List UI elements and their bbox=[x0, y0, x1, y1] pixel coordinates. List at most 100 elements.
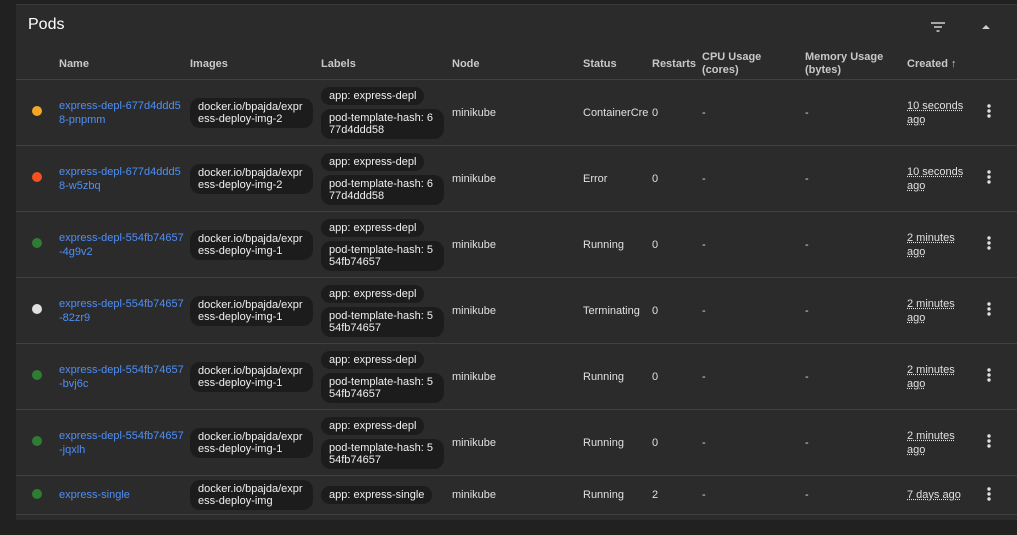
label-chip-hash: pod-template-hash: 677d4ddd58 bbox=[321, 108, 444, 139]
cpu-cell: - bbox=[702, 409, 805, 476]
more-vert-icon[interactable] bbox=[979, 299, 999, 319]
node-cell: minikube bbox=[452, 145, 583, 212]
pod-name-link[interactable]: express-depl-554fb74657-82zr9 bbox=[59, 297, 186, 325]
table-row: express-depl-677d4ddd58-w5zbq docker.io/… bbox=[16, 145, 1017, 212]
image-chip: docker.io/bpajda/express-deploy-img-1 bbox=[190, 361, 313, 392]
status-cell: Running bbox=[583, 475, 652, 515]
cpu-cell: - bbox=[702, 277, 805, 344]
labels-list: app: express-depl pod-template-hash: 677… bbox=[321, 86, 448, 139]
created-time: 2 minutes ago bbox=[907, 363, 955, 390]
node-cell: minikube bbox=[452, 343, 583, 410]
restarts-cell: 0 bbox=[652, 145, 702, 212]
restarts-cell: 0 bbox=[652, 343, 702, 410]
image-chip: docker.io/bpajda/express-deploy-img-2 bbox=[190, 97, 313, 128]
col-created-label: Created bbox=[907, 57, 948, 70]
pod-name-link[interactable]: express-depl-677d4ddd58-pnpmm bbox=[59, 99, 186, 127]
col-status[interactable]: Status bbox=[583, 49, 652, 80]
col-actions bbox=[979, 49, 1017, 80]
status-dot bbox=[32, 304, 42, 314]
image-chip: docker.io/bpajda/express-deploy-img bbox=[190, 480, 313, 510]
more-vert-icon[interactable] bbox=[979, 484, 999, 504]
more-vert-icon[interactable] bbox=[979, 431, 999, 451]
card-header: Pods bbox=[16, 5, 1017, 49]
col-name[interactable]: Name bbox=[59, 49, 190, 80]
node-cell: minikube bbox=[452, 409, 583, 476]
cpu-cell: - bbox=[702, 475, 805, 515]
label-chip-app: app: express-depl bbox=[321, 284, 425, 303]
pod-name-link[interactable]: express-depl-554fb74657-bvj6c bbox=[59, 363, 186, 391]
col-restarts[interactable]: Restarts bbox=[652, 49, 702, 80]
more-vert-icon[interactable] bbox=[979, 101, 999, 121]
label-chip-hash: pod-template-hash: 554fb74657 bbox=[321, 372, 444, 403]
arrow-up-icon: ↑ bbox=[950, 57, 957, 70]
pod-name-link[interactable]: express-single bbox=[59, 488, 186, 502]
status-cell: Running bbox=[583, 409, 652, 476]
collapse-icon[interactable] bbox=[976, 17, 996, 37]
status-dot bbox=[32, 370, 42, 380]
memory-cell: - bbox=[805, 475, 907, 515]
table-row: express-depl-554fb74657-bvj6c docker.io/… bbox=[16, 343, 1017, 410]
cpu-cell: - bbox=[702, 79, 805, 146]
status-cell: Running bbox=[583, 343, 652, 410]
status-cell: Running bbox=[583, 211, 652, 278]
pods-card: Pods Name Images Labels Node Status Rest… bbox=[16, 4, 1017, 520]
image-chip: docker.io/bpajda/express-deploy-img-1 bbox=[190, 295, 313, 326]
label-chip-app: app: express-depl bbox=[321, 350, 425, 369]
table-row: express-single docker.io/bpajda/express-… bbox=[16, 475, 1017, 515]
label-chip-app: app: express-depl bbox=[321, 86, 425, 105]
node-cell: minikube bbox=[452, 211, 583, 278]
restarts-cell: 0 bbox=[652, 277, 702, 344]
restarts-cell: 0 bbox=[652, 409, 702, 476]
more-vert-icon[interactable] bbox=[979, 365, 999, 385]
col-memory[interactable]: Memory Usage (bytes) bbox=[805, 49, 907, 80]
status-dot bbox=[32, 106, 42, 116]
page-title: Pods bbox=[28, 16, 65, 33]
pod-name-link[interactable]: express-depl-677d4ddd58-w5zbq bbox=[59, 165, 186, 193]
status-dot bbox=[32, 488, 42, 499]
labels-list: app: express-depl pod-template-hash: 554… bbox=[321, 218, 448, 271]
restarts-cell: 0 bbox=[652, 211, 702, 278]
status-dot bbox=[32, 436, 42, 446]
label-chip-app: app: express-depl bbox=[321, 218, 425, 237]
memory-cell: - bbox=[805, 211, 907, 278]
label-chip-hash: pod-template-hash: 677d4ddd58 bbox=[321, 174, 444, 205]
status-cell: Error bbox=[583, 145, 652, 212]
created-time: 10 seconds ago bbox=[907, 99, 964, 126]
table-body: express-depl-677d4ddd58-pnpmm docker.io/… bbox=[16, 79, 1017, 515]
node-cell: minikube bbox=[452, 277, 583, 344]
label-chip-hash: pod-template-hash: 554fb74657 bbox=[321, 306, 444, 337]
memory-cell: - bbox=[805, 343, 907, 410]
cpu-cell: - bbox=[702, 343, 805, 410]
cpu-cell: - bbox=[702, 145, 805, 212]
memory-cell: - bbox=[805, 409, 907, 476]
pod-name-link[interactable]: express-depl-554fb74657-4g9v2 bbox=[59, 231, 186, 259]
more-vert-icon[interactable] bbox=[979, 233, 999, 253]
col-node[interactable]: Node bbox=[452, 49, 583, 80]
col-status-dot bbox=[16, 49, 59, 80]
filter-icon[interactable] bbox=[928, 17, 948, 37]
node-cell: minikube bbox=[452, 79, 583, 146]
label-chip-app: app: express-depl bbox=[321, 152, 425, 171]
labels-list: app: express-depl pod-template-hash: 554… bbox=[321, 284, 448, 337]
restarts-cell: 2 bbox=[652, 475, 702, 515]
table-row: express-depl-677d4ddd58-pnpmm docker.io/… bbox=[16, 79, 1017, 146]
status-cell: ContainerCre bbox=[583, 79, 652, 146]
label-chip-hash: pod-template-hash: 554fb74657 bbox=[321, 240, 444, 271]
created-time: 2 minutes ago bbox=[907, 297, 955, 324]
status-cell: Terminating bbox=[583, 277, 652, 344]
col-created[interactable]: Created ↑ bbox=[907, 49, 979, 80]
labels-list: app: express-depl pod-template-hash: 554… bbox=[321, 416, 448, 469]
col-cpu[interactable]: CPU Usage (cores) bbox=[702, 49, 805, 80]
created-time: 2 minutes ago bbox=[907, 429, 955, 456]
label-chip-app: app: express-depl bbox=[321, 416, 425, 435]
image-chip: docker.io/bpajda/express-deploy-img-1 bbox=[190, 427, 313, 458]
table-row: express-depl-554fb74657-4g9v2 docker.io/… bbox=[16, 211, 1017, 278]
created-time: 10 seconds ago bbox=[907, 165, 964, 192]
image-chip: docker.io/bpajda/express-deploy-img-1 bbox=[190, 229, 313, 260]
table-row: express-depl-554fb74657-jqxlh docker.io/… bbox=[16, 409, 1017, 476]
pod-name-link[interactable]: express-depl-554fb74657-jqxlh bbox=[59, 429, 186, 457]
created-time: 2 minutes ago bbox=[907, 231, 955, 258]
col-labels: Labels bbox=[321, 49, 452, 80]
more-vert-icon[interactable] bbox=[979, 167, 999, 187]
labels-list: app: express-depl pod-template-hash: 554… bbox=[321, 350, 448, 403]
